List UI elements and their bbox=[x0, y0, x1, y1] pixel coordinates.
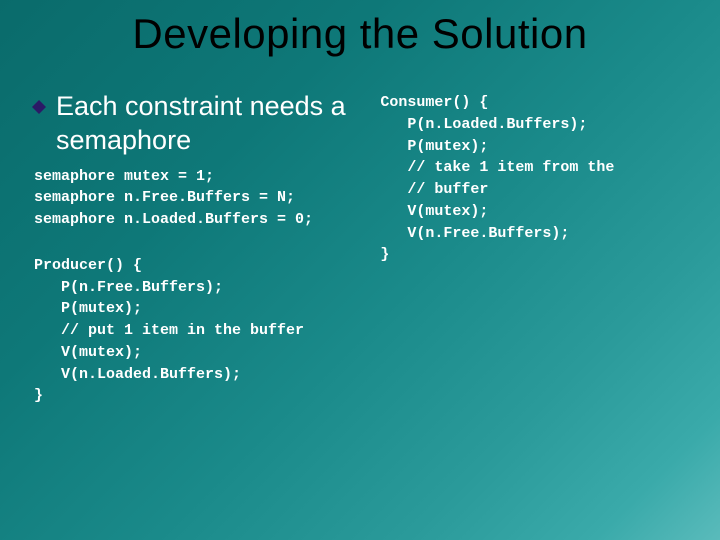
bullet-item: Each constraint needs a semaphore bbox=[32, 90, 364, 158]
slide-title: Developing the Solution bbox=[0, 10, 720, 58]
code-line: P(mutex); bbox=[34, 300, 142, 317]
slide-content: Each constraint needs a semaphore semaph… bbox=[0, 90, 720, 540]
code-line: V(mutex); bbox=[34, 344, 142, 361]
code-line: // put 1 item in the buffer bbox=[34, 322, 304, 339]
code-line: // take 1 item from the bbox=[380, 159, 614, 176]
bullet-text: Each constraint needs a semaphore bbox=[56, 90, 364, 158]
code-line: V(n.Free.Buffers); bbox=[380, 225, 569, 242]
code-line: semaphore mutex = 1; bbox=[34, 168, 214, 185]
code-line: V(mutex); bbox=[380, 203, 488, 220]
diamond-bullet-icon bbox=[32, 100, 46, 114]
code-producer: Producer() { P(n.Free.Buffers); P(mutex)… bbox=[34, 255, 364, 407]
code-line: semaphore n.Loaded.Buffers = 0; bbox=[34, 211, 313, 228]
left-column: Each constraint needs a semaphore semaph… bbox=[0, 90, 374, 540]
code-line: } bbox=[34, 387, 43, 404]
code-line: } bbox=[380, 246, 389, 263]
code-line: Consumer() { bbox=[380, 94, 488, 111]
right-column: Consumer() { P(n.Loaded.Buffers); P(mute… bbox=[374, 90, 720, 540]
code-consumer: Consumer() { P(n.Loaded.Buffers); P(mute… bbox=[380, 92, 700, 266]
code-line: Producer() { bbox=[34, 257, 142, 274]
code-line: P(n.Free.Buffers); bbox=[34, 279, 223, 296]
code-declarations: semaphore mutex = 1; semaphore n.Free.Bu… bbox=[34, 166, 364, 231]
code-line: semaphore n.Free.Buffers = N; bbox=[34, 189, 295, 206]
code-line: // buffer bbox=[380, 181, 488, 198]
code-line: P(mutex); bbox=[380, 138, 488, 155]
code-line: V(n.Loaded.Buffers); bbox=[34, 366, 241, 383]
code-line: P(n.Loaded.Buffers); bbox=[380, 116, 587, 133]
